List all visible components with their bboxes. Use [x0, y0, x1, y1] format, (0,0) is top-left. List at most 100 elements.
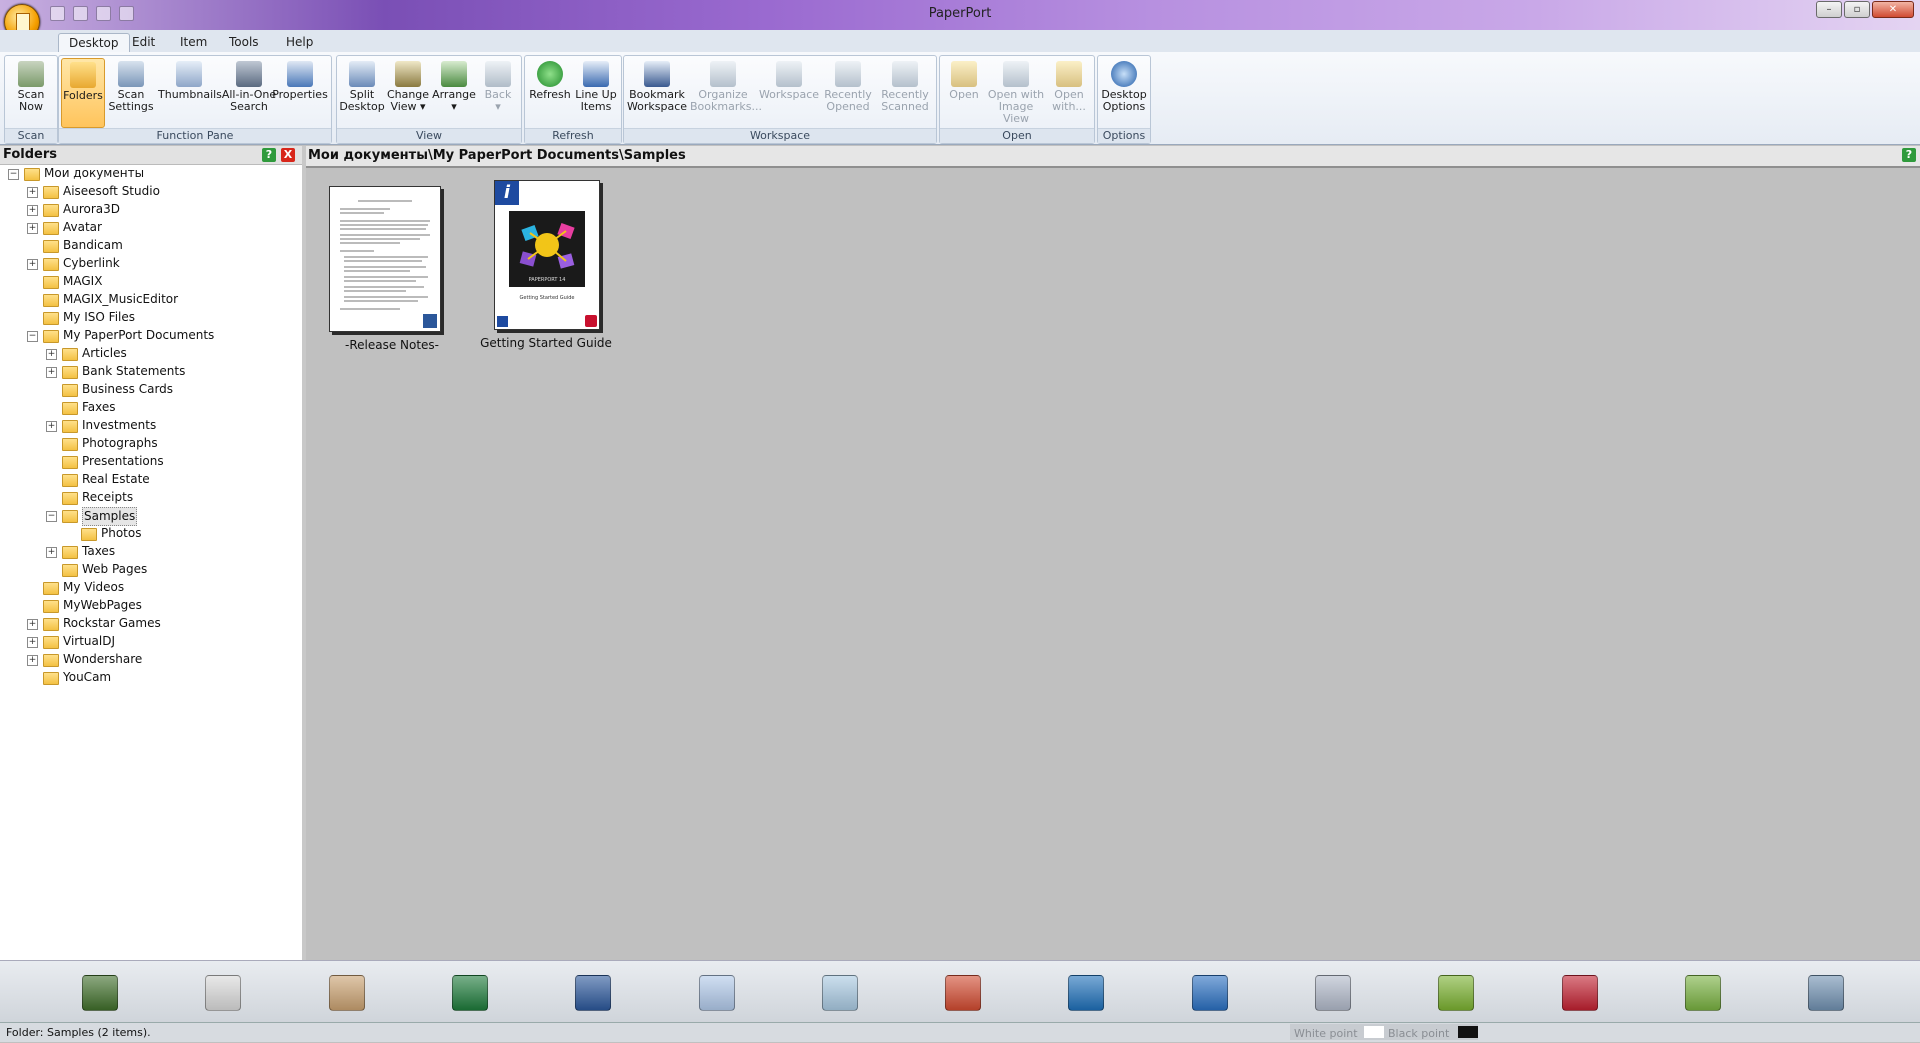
tab-item[interactable]: Item [170, 33, 217, 52]
hex-app-icon[interactable] [1438, 975, 1474, 1011]
tree-folder-item[interactable]: Faxes [0, 399, 298, 416]
black-point-control[interactable]: Black point [1384, 1024, 1478, 1040]
tree-folder-item[interactable]: + Rockstar Games [0, 615, 298, 632]
tab-help[interactable]: Help [276, 33, 323, 52]
restore-button[interactable]: ▫ [1844, 1, 1870, 18]
tree-folder-item[interactable]: + Articles [0, 345, 298, 362]
tab-desktop[interactable]: Desktop [58, 33, 130, 53]
tree-folder-item[interactable]: My Videos [0, 579, 298, 596]
scan-settings-button[interactable]: Scan Settings [106, 58, 156, 126]
folders-close-button[interactable]: X [281, 148, 295, 162]
collapse-icon[interactable]: − [8, 169, 19, 180]
tab-edit[interactable]: Edit [122, 33, 165, 52]
tree-folder-item[interactable]: Bandicam [0, 237, 298, 254]
tree-folder-item[interactable]: Business Cards [0, 381, 298, 398]
back-button[interactable]: Back ▾ [477, 58, 519, 126]
tree-folder-item[interactable]: YouCam [0, 669, 298, 686]
collapse-icon[interactable]: − [27, 331, 38, 342]
tree-folder-item[interactable]: + Avatar [0, 219, 298, 236]
expand-icon[interactable]: + [27, 655, 38, 666]
open-with-image-view-button[interactable]: Open with Image View [984, 58, 1048, 126]
powerpoint-icon[interactable] [945, 975, 981, 1011]
thumbnails-button[interactable]: Thumbnails [158, 58, 222, 126]
tree-folder-item[interactable]: + Bank Statements [0, 363, 298, 380]
tree-folder-item[interactable]: Receipts [0, 489, 298, 506]
tree-folder-item[interactable]: + Taxes [0, 543, 298, 560]
expand-icon[interactable]: + [46, 421, 57, 432]
expand-icon[interactable]: + [27, 205, 38, 216]
tree-folder-item[interactable]: + Investments [0, 417, 298, 434]
recently-opened-button[interactable]: Recently Opened [820, 58, 876, 126]
fax-icon[interactable] [1315, 975, 1351, 1011]
open-with-button[interactable]: Open with... [1046, 58, 1092, 126]
expand-icon[interactable]: + [27, 637, 38, 648]
organize-bookmarks-button[interactable]: Organize Bookmarks... [690, 58, 762, 126]
evernote-icon[interactable] [82, 975, 118, 1011]
tree-folder-item[interactable]: MAGIX [0, 273, 298, 290]
tree-folder-item[interactable]: + VirtualDJ [0, 633, 298, 650]
expand-icon[interactable]: + [27, 187, 38, 198]
line-up-items-button[interactable]: Line Up Items [573, 58, 619, 126]
expand-icon[interactable]: + [46, 349, 57, 360]
collapse-icon[interactable]: − [46, 511, 57, 522]
document-thumbnail-release-notes[interactable]: -Release Notes- [322, 186, 472, 356]
tree-folder-item[interactable]: Presentations [0, 453, 298, 470]
documents-help-button[interactable]: ? [1902, 148, 1916, 162]
tree-folder-item[interactable]: Photos [0, 525, 298, 542]
expand-icon[interactable]: + [46, 547, 57, 558]
tree-folder-item[interactable]: + Cyberlink [0, 255, 298, 272]
white-point-control[interactable]: White point [1290, 1024, 1384, 1040]
excel-icon[interactable] [452, 975, 488, 1011]
tree-folder-item[interactable]: + Aurora3D [0, 201, 298, 218]
tree-folder-item[interactable]: Photographs [0, 435, 298, 452]
minimize-button[interactable]: – [1816, 1, 1842, 18]
tree-root[interactable]: − Мои документы [0, 165, 298, 182]
tree-folder-item[interactable]: + Wondershare [0, 651, 298, 668]
all-in-one-search-button[interactable]: All-in-One Search [220, 58, 278, 126]
tree-item-label: Avatar [63, 220, 102, 234]
expand-icon[interactable]: + [27, 259, 38, 270]
recently-opened-icon [835, 61, 861, 87]
tree-folder-item[interactable]: MyWebPages [0, 597, 298, 614]
release-notes-text-lines [340, 200, 430, 310]
close-button[interactable]: ✕ [1872, 1, 1914, 18]
tree-folder-item[interactable]: Web Pages [0, 561, 298, 578]
tree-folder-item[interactable]: + Aiseesoft Studio [0, 183, 298, 200]
expand-icon[interactable]: + [27, 619, 38, 630]
folders-help-button[interactable]: ? [262, 148, 276, 162]
tab-tools[interactable]: Tools [219, 33, 269, 52]
desktop-options-button[interactable]: Desktop Options [1100, 58, 1148, 126]
recently-scanned-button[interactable]: Recently Scanned [876, 58, 934, 126]
expand-icon[interactable]: + [46, 367, 57, 378]
word-icon[interactable] [575, 975, 611, 1011]
split-desktop-button[interactable]: Split Desktop [339, 58, 385, 126]
paint-icon[interactable] [329, 975, 365, 1011]
contacts-icon[interactable] [1562, 975, 1598, 1011]
expand-icon[interactable]: + [27, 223, 38, 234]
printer-icon[interactable] [205, 975, 241, 1011]
refresh-button[interactable]: Refresh [527, 58, 573, 126]
wordpad-icon[interactable] [699, 975, 735, 1011]
notepad-icon[interactable] [822, 975, 858, 1011]
document-thumbnail-getting-started[interactable]: i PAPERPORT 14 Getting Started Guide Get… [480, 180, 646, 356]
folders-button[interactable]: Folders [61, 58, 105, 128]
properties-button[interactable]: Properties [271, 58, 329, 126]
browser-icon[interactable] [1068, 975, 1104, 1011]
tree-folder-item[interactable]: − My PaperPort Documents [0, 327, 298, 344]
ocr-icon[interactable] [1808, 975, 1844, 1011]
tree-folder-item[interactable]: Real Estate [0, 471, 298, 488]
recycle-icon[interactable] [1685, 975, 1721, 1011]
tree-folder-item[interactable]: My ISO Files [0, 309, 298, 326]
workspace-button[interactable]: Workspace [758, 58, 820, 126]
tree-folder-item[interactable]: − Samples [0, 507, 298, 526]
cover-subtitle: Getting Started Guide [519, 295, 575, 301]
change-view-button[interactable]: Change View ▾ [385, 58, 431, 126]
bookmark-workspace-button[interactable]: Bookmark Workspace [626, 58, 688, 126]
tree-folder-item[interactable]: MAGIX_MusicEditor [0, 291, 298, 308]
window-title: PaperPort [928, 6, 992, 21]
folder-icon [43, 654, 59, 667]
ftp-icon[interactable] [1192, 975, 1228, 1011]
arrange-button[interactable]: Arrange ▾ [431, 58, 477, 126]
open-button[interactable]: Open [942, 58, 986, 126]
scan-now-button[interactable]: Scan Now [6, 58, 56, 126]
